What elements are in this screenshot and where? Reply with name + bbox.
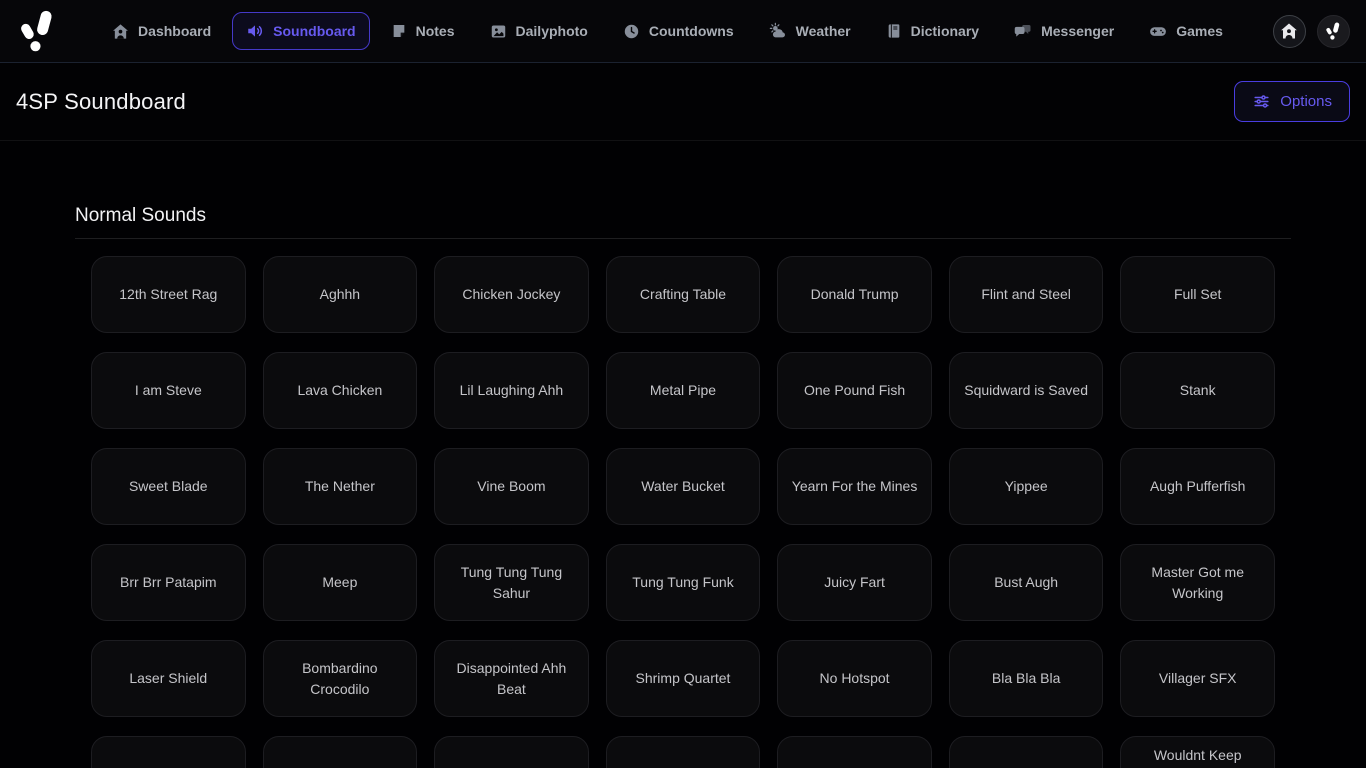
nav-label: Dailyphoto	[516, 23, 588, 39]
sound-button[interactable]: Crafting Table	[606, 256, 761, 333]
sound-button[interactable]: Wouldnt Keep	[1120, 736, 1275, 768]
nav-item-games[interactable]: Games	[1135, 12, 1237, 50]
nav-label: Messenger	[1041, 23, 1114, 39]
sound-button[interactable]: Juicy Fart	[777, 544, 932, 621]
sound-button[interactable]: Meep	[263, 544, 418, 621]
speaker-icon	[246, 22, 264, 40]
nav-right-actions	[1273, 15, 1350, 48]
nav-label: Countdowns	[649, 23, 734, 39]
sound-button[interactable]	[263, 736, 418, 768]
sound-button[interactable]: Full Set	[1120, 256, 1275, 333]
nav-label: Weather	[796, 23, 851, 39]
book-icon	[886, 23, 902, 39]
sound-button[interactable]: Lava Chicken	[263, 352, 418, 429]
gamepad-icon	[1149, 22, 1167, 40]
sound-button[interactable]: Aghhh	[263, 256, 418, 333]
sound-button[interactable]: Metal Pipe	[606, 352, 761, 429]
sound-button[interactable]: Donald Trump	[777, 256, 932, 333]
sound-button[interactable]: Sweet Blade	[91, 448, 246, 525]
page-header: 4SP Soundboard Options	[0, 63, 1366, 141]
home-circle-button[interactable]	[1273, 15, 1306, 48]
sound-button[interactable]: Flint and Steel	[949, 256, 1104, 333]
sound-button[interactable]: No Hotspot	[777, 640, 932, 717]
sound-button[interactable]: 12th Street Rag	[91, 256, 246, 333]
app-logo[interactable]	[16, 6, 62, 56]
sound-button[interactable]	[777, 736, 932, 768]
sound-button[interactable]: Stank	[1120, 352, 1275, 429]
sound-button[interactable]: Lil Laughing Ahh	[434, 352, 589, 429]
sound-button[interactable]: One Pound Fish	[777, 352, 932, 429]
chat-bubbles-icon	[1014, 22, 1032, 40]
profile-circle-button[interactable]	[1317, 15, 1350, 48]
nav-item-messenger[interactable]: Messenger	[1000, 12, 1128, 50]
section-divider	[75, 238, 1291, 239]
sound-button[interactable]	[949, 736, 1104, 768]
sound-button[interactable]: The Nether	[263, 448, 418, 525]
sound-button[interactable]: Squidward is Saved	[949, 352, 1104, 429]
sound-button[interactable]: Master Got me Working	[1120, 544, 1275, 621]
photo-icon	[490, 23, 507, 40]
sound-button[interactable]: Vine Boom	[434, 448, 589, 525]
sound-button[interactable]: Laser Shield	[91, 640, 246, 717]
nav-item-notes[interactable]: Notes	[377, 13, 469, 49]
nav-label: Dashboard	[138, 23, 211, 39]
sliders-icon	[1252, 92, 1271, 111]
sound-button[interactable]: Bombardino Crocodilo	[263, 640, 418, 717]
main-content: Normal Sounds 12th Street RagAghhhChicke…	[75, 205, 1291, 768]
nav-item-weather[interactable]: Weather	[755, 12, 865, 50]
sound-button[interactable]: Villager SFX	[1120, 640, 1275, 717]
nav-label: Dictionary	[911, 23, 979, 39]
options-label: Options	[1280, 93, 1332, 110]
top-navigation: Dashboard Soundboard Notes Dailypho	[0, 0, 1366, 63]
nav-item-soundboard[interactable]: Soundboard	[232, 12, 369, 50]
sound-button[interactable]: I am Steve	[91, 352, 246, 429]
sound-button[interactable]: Yearn For the Mines	[777, 448, 932, 525]
nav-item-dailyphoto[interactable]: Dailyphoto	[476, 13, 602, 50]
options-button[interactable]: Options	[1234, 81, 1350, 122]
sound-button[interactable]: Disappointed Ahh Beat	[434, 640, 589, 717]
home-user-icon	[112, 23, 129, 40]
nav-label: Notes	[416, 23, 455, 39]
clock-icon	[623, 23, 640, 40]
nav-label: Soundboard	[273, 23, 355, 39]
sound-button[interactable]	[91, 736, 246, 768]
4sp-logo-icon	[16, 7, 60, 55]
sound-button[interactable]: Augh Pufferfish	[1120, 448, 1275, 525]
sound-button[interactable]: Water Bucket	[606, 448, 761, 525]
note-icon	[391, 23, 407, 39]
sound-button[interactable]	[606, 736, 761, 768]
sound-button[interactable]	[434, 736, 589, 768]
nav-item-dashboard[interactable]: Dashboard	[98, 13, 225, 50]
sound-button[interactable]: Brr Brr Patapim	[91, 544, 246, 621]
sound-button[interactable]: Tung Tung Tung Sahur	[434, 544, 589, 621]
section-title: Normal Sounds	[75, 205, 1291, 227]
sound-button[interactable]: Bla Bla Bla	[949, 640, 1104, 717]
sound-button[interactable]: Yippee	[949, 448, 1104, 525]
nav-label: Games	[1176, 23, 1223, 39]
sound-button[interactable]: Chicken Jockey	[434, 256, 589, 333]
page-title: 4SP Soundboard	[16, 89, 186, 115]
4sp-logo-icon	[1324, 21, 1343, 41]
nav-items: Dashboard Soundboard Notes Dailypho	[98, 12, 1237, 50]
sound-button[interactable]: Bust Augh	[949, 544, 1104, 621]
sound-button[interactable]: Shrimp Quartet	[606, 640, 761, 717]
home-user-icon	[1280, 22, 1298, 40]
nav-item-countdowns[interactable]: Countdowns	[609, 13, 748, 50]
sound-grid: 12th Street RagAghhhChicken JockeyCrafti…	[75, 256, 1291, 768]
sound-button[interactable]: Tung Tung Funk	[606, 544, 761, 621]
sun-cloud-icon	[769, 22, 787, 40]
nav-item-dictionary[interactable]: Dictionary	[872, 13, 993, 49]
